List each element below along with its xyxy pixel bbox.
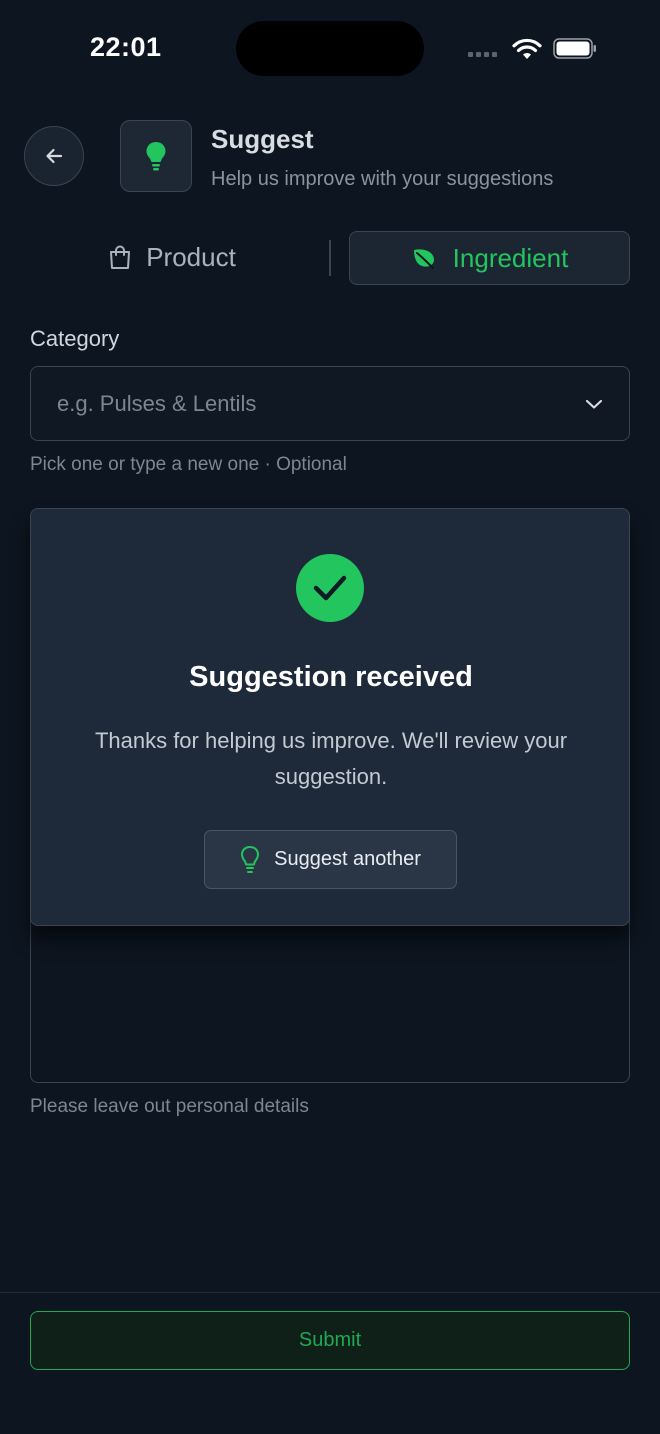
page-subtitle: Help us improve with your suggestions bbox=[211, 168, 554, 190]
tab-ingredient-label: Ingredient bbox=[452, 242, 569, 273]
submit-label: Submit bbox=[298, 1329, 362, 1351]
checkmark-icon bbox=[313, 575, 347, 601]
page-title: Suggest bbox=[211, 124, 314, 154]
success-title: Suggestion received bbox=[189, 661, 473, 693]
success-card: Suggestion received Thanks for helping u… bbox=[30, 508, 630, 926]
submit-button[interactable]: Submit bbox=[30, 1311, 630, 1370]
suggest-screen: 22:01 Suggest Help us improve with your … bbox=[0, 0, 660, 1434]
category-label: Category bbox=[30, 326, 120, 351]
battery-icon bbox=[553, 38, 596, 59]
lightbulb-icon bbox=[146, 142, 166, 171]
category-helper-text: Pick one or type a new one · Optional bbox=[30, 454, 347, 475]
tab-ingredient[interactable]: Ingredient bbox=[349, 231, 630, 285]
check-circle-icon bbox=[296, 554, 364, 622]
category-placeholder: e.g. Pulses & Lentils bbox=[57, 390, 257, 416]
header-icon bbox=[120, 120, 192, 192]
suggest-another-label: Suggest another bbox=[274, 848, 421, 870]
success-message: Thanks for helping us improve. We'll rev… bbox=[94, 728, 568, 789]
tab-product-label: Product bbox=[146, 241, 236, 272]
wifi-icon bbox=[512, 38, 542, 59]
tab-divider bbox=[329, 240, 331, 276]
status-time: 22:01 bbox=[90, 32, 162, 62]
lightbulb-icon bbox=[241, 845, 260, 873]
category-select[interactable]: e.g. Pulses & Lentils bbox=[30, 366, 630, 441]
description-helper-text: Please leave out personal details bbox=[30, 1096, 309, 1117]
back-button[interactable] bbox=[24, 126, 84, 186]
cellular-signal-icon bbox=[468, 52, 497, 57]
suggest-another-button[interactable]: Suggest another bbox=[204, 830, 457, 889]
dynamic-island bbox=[236, 21, 424, 76]
arrow-left-icon bbox=[46, 148, 63, 164]
leaf-icon bbox=[413, 249, 434, 269]
tab-product[interactable]: Product bbox=[32, 230, 312, 284]
shopping-bag-icon bbox=[110, 245, 131, 269]
chevron-down-icon bbox=[585, 399, 603, 409]
footer-divider bbox=[0, 1292, 660, 1293]
description-textarea[interactable] bbox=[30, 900, 630, 1083]
